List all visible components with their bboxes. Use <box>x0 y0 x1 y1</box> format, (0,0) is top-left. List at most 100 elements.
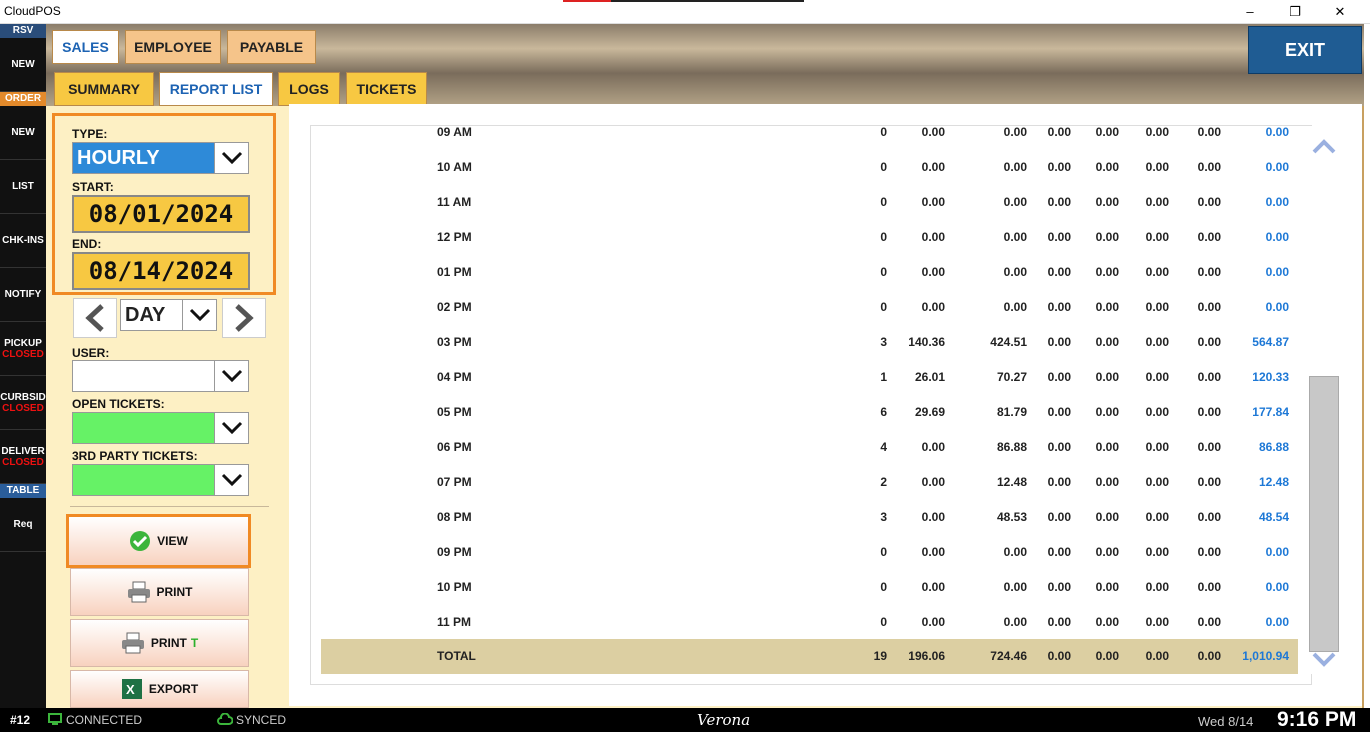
cell-c1: 0 <box>880 300 887 314</box>
tab-report-list[interactable]: REPORT LIST <box>159 72 273 106</box>
table-row: 07 PM 2 0.00 12.48 0.00 0.00 0.00 0.00 12.48 <box>311 475 1311 510</box>
sidebar-item-delivery[interactable]: DELIVER CLOSED <box>0 430 46 484</box>
minimize-button[interactable]: – <box>1235 2 1265 22</box>
tab-tickets[interactable]: TICKETS <box>346 72 427 106</box>
open-tickets-label: OPEN TICKETS: <box>72 397 165 411</box>
cell-total: 0.00 <box>1265 230 1289 244</box>
cell-c2: 196.06 <box>908 649 945 663</box>
cell-c3: 0.00 <box>1003 265 1027 279</box>
cell-c2: 0.00 <box>921 195 945 209</box>
sidebar-item-label: CHK-INS <box>2 235 44 246</box>
scroll-down-icon[interactable] <box>1311 650 1337 675</box>
cell-total: 1,010.94 <box>1242 649 1289 663</box>
cell-total: 0.00 <box>1265 580 1289 594</box>
sidebar-item-req[interactable]: Req <box>0 498 46 552</box>
tab-sales[interactable]: SALES <box>52 30 119 64</box>
cell-c2: 0.00 <box>921 510 945 524</box>
table-row: 02 PM 0 0.00 0.00 0.00 0.00 0.00 0.00 0.00 <box>311 300 1311 335</box>
cell-time: 10 PM <box>437 580 472 594</box>
cell-c7: 0.00 <box>1197 370 1221 384</box>
tab-payable[interactable]: PAYABLE <box>227 30 316 64</box>
cell-c6: 0.00 <box>1145 160 1169 174</box>
chevron-down-icon[interactable] <box>214 143 248 173</box>
cell-total: 86.88 <box>1258 440 1289 454</box>
cell-c4: 0.00 <box>1047 649 1071 663</box>
cell-c3: 0.00 <box>1003 160 1027 174</box>
chevron-down-icon[interactable] <box>214 465 248 495</box>
cell-total: 564.87 <box>1252 335 1289 349</box>
chevron-down-icon[interactable] <box>214 361 248 391</box>
check-icon <box>129 530 151 552</box>
cell-c4: 0.00 <box>1047 475 1071 489</box>
period-select[interactable]: DAY <box>120 299 217 331</box>
chevron-down-icon[interactable] <box>182 300 216 330</box>
divider <box>70 506 269 507</box>
tab-logs[interactable]: LOGS <box>278 72 340 106</box>
open-tickets-select[interactable] <box>72 412 249 444</box>
sidebar-item-curbside[interactable]: CURBSID CLOSED <box>0 376 46 430</box>
user-label: USER: <box>72 346 110 360</box>
cell-c5: 0.00 <box>1095 125 1119 139</box>
sidebar-item-chk-ins[interactable]: CHK-INS <box>0 214 46 268</box>
print-button[interactable]: PRINT <box>70 568 249 616</box>
scrollbar[interactable] <box>1306 126 1342 674</box>
table-row: 11 AM 0 0.00 0.00 0.00 0.00 0.00 0.00 0.00 <box>311 195 1311 230</box>
tab-employee[interactable]: EMPLOYEE <box>125 30 221 64</box>
view-button[interactable]: VIEW <box>66 514 251 568</box>
start-date-button[interactable]: 08/01/2024 <box>72 195 250 233</box>
table-row: 09 PM 0 0.00 0.00 0.00 0.00 0.00 0.00 0.00 <box>311 545 1311 580</box>
close-button[interactable]: ✕ <box>1325 2 1355 22</box>
cell-c5: 0.00 <box>1095 265 1119 279</box>
cell-c7: 0.00 <box>1197 160 1221 174</box>
third-party-label: 3RD PARTY TICKETS: <box>72 449 198 463</box>
cell-c1: 4 <box>880 440 887 454</box>
cell-time: 10 AM <box>437 160 472 174</box>
sidebar-item-list[interactable]: LIST <box>0 160 46 214</box>
status-bar: #12 CONNECTED SYNCED Verona Wed 8/14 9:1… <box>0 708 1370 732</box>
scroll-up-icon[interactable] <box>1311 136 1337 161</box>
cell-c7: 0.00 <box>1197 405 1221 419</box>
scrollbar-thumb[interactable] <box>1309 376 1339 652</box>
pickup-status: CLOSED <box>2 348 44 360</box>
sidebar-item-notify[interactable]: NOTIFY <box>0 268 46 322</box>
hourly-report-table: 09 AM 0 0.00 0.00 0.00 0.00 0.00 0.00 0.00 10 AM 0… <box>310 125 1312 685</box>
cell-c5: 0.00 <box>1095 649 1119 663</box>
sidebar-item-rsv-new[interactable]: NEW <box>0 38 46 92</box>
cell-c3: 0.00 <box>1003 230 1027 244</box>
user-select[interactable] <box>72 360 249 392</box>
cell-c5: 0.00 <box>1095 475 1119 489</box>
sidebar-head-rsv: RSV <box>0 24 46 38</box>
sidebar-item-order-new[interactable]: NEW <box>0 106 46 160</box>
cell-total: 0.00 <box>1265 195 1289 209</box>
type-select[interactable]: HOURLY <box>72 142 249 174</box>
end-date-button[interactable]: 08/14/2024 <box>72 252 250 290</box>
table-row: 04 PM 1 26.01 70.27 0.00 0.00 0.00 0.00 120.33 <box>311 370 1311 405</box>
connection-status: CONNECTED <box>66 713 143 727</box>
status-time: 9:16 PM <box>1277 708 1357 731</box>
sidebar-head-table: TABLE <box>0 484 46 498</box>
print-t-button[interactable]: PRINT T <box>70 619 249 667</box>
period-select-value: DAY <box>125 303 166 326</box>
status-date: Wed 8/14 <box>1198 714 1254 729</box>
sidebar-item-label: PICKUP <box>4 337 42 349</box>
connected-icon <box>48 713 62 728</box>
maximize-button[interactable]: ❐ <box>1280 2 1310 22</box>
cell-c6: 0.00 <box>1145 125 1169 139</box>
cell-c1: 0 <box>880 580 887 594</box>
prev-period-button[interactable] <box>73 298 117 338</box>
sidebar-item-pickup[interactable]: PICKUP CLOSED <box>0 322 46 376</box>
third-party-select[interactable] <box>72 464 249 496</box>
cell-c1: 0 <box>880 125 887 139</box>
type-select-value: HOURLY <box>73 143 215 173</box>
exit-button[interactable]: EXIT <box>1248 26 1362 74</box>
cell-c7: 0.00 <box>1197 230 1221 244</box>
chevron-left-icon <box>85 304 104 332</box>
cell-time: 06 PM <box>437 440 472 454</box>
tab-summary[interactable]: SUMMARY <box>54 72 154 106</box>
export-button[interactable]: X EXPORT <box>70 670 249 708</box>
left-sidebar: RSV NEW ORDER NEW LIST CHK-INS NOTIFY PI… <box>0 24 46 708</box>
chevron-down-icon[interactable] <box>214 413 248 443</box>
chevron-right-icon <box>235 304 254 332</box>
cell-total: 48.54 <box>1258 510 1289 524</box>
next-period-button[interactable] <box>222 298 266 338</box>
